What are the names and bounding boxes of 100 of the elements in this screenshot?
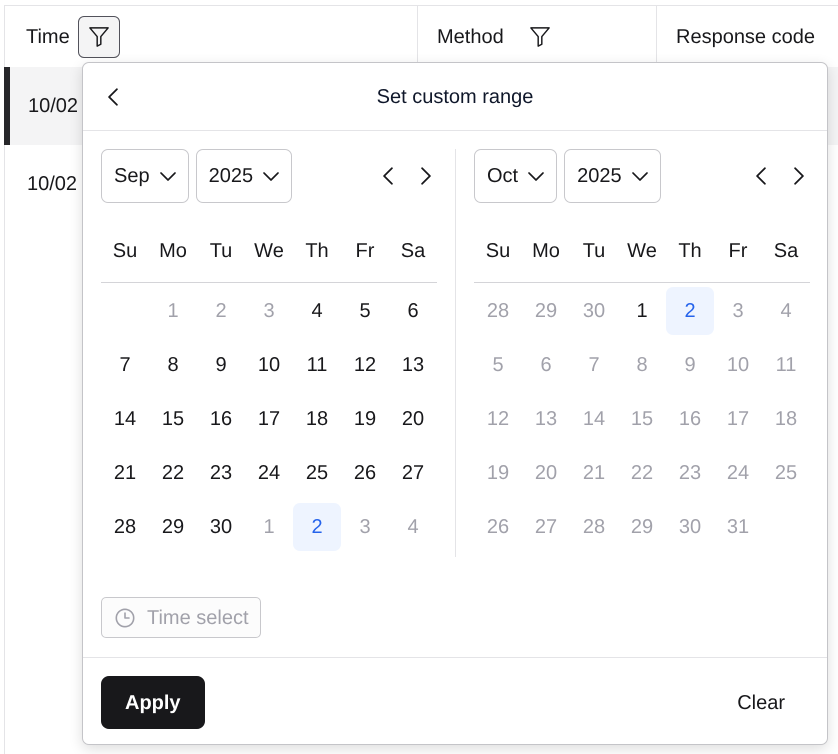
month-select[interactable]: Oct <box>474 149 558 203</box>
calendar-day[interactable]: 18 <box>762 395 810 443</box>
calendar-day[interactable]: 31 <box>714 503 762 551</box>
calendar-day[interactable]: 23 <box>197 449 245 497</box>
calendar-day[interactable]: 17 <box>245 395 293 443</box>
column-header: Time <box>26 24 70 50</box>
year-select[interactable]: 2025 <box>196 149 292 203</box>
calendar-day[interactable]: 12 <box>341 341 389 389</box>
calendar-day[interactable]: 6 <box>522 341 570 389</box>
calendar-day[interactable]: 10 <box>714 341 762 389</box>
calendar-day[interactable]: 21 <box>101 449 149 497</box>
calendar-day[interactable]: 19 <box>474 449 522 497</box>
calendar-day[interactable]: 4 <box>389 503 437 551</box>
calendar-day[interactable]: 20 <box>389 395 437 443</box>
weekday-label: Sa <box>400 239 426 264</box>
calendar-day[interactable]: 26 <box>474 503 522 551</box>
calendar-day[interactable]: 4 <box>762 287 810 335</box>
chevron-down-icon <box>160 172 176 180</box>
calendar-day[interactable]: 2 <box>293 503 341 551</box>
weekday-label: Fr <box>728 239 748 264</box>
weekday-label: We <box>253 239 285 264</box>
filter-button[interactable] <box>78 16 120 58</box>
calendar-day[interactable]: 1 <box>149 287 197 335</box>
weekday-label: Su <box>112 239 138 264</box>
calendar-day[interactable]: 17 <box>714 395 762 443</box>
calendar-day[interactable]: 29 <box>618 503 666 551</box>
apply-button[interactable]: Apply <box>101 676 205 729</box>
calendar-day[interactable]: 15 <box>618 395 666 443</box>
calendar-day[interactable]: 22 <box>149 449 197 497</box>
calendar-day[interactable]: 29 <box>149 503 197 551</box>
calendar-day[interactable]: 30 <box>570 287 618 335</box>
calendar-day[interactable]: 18 <box>293 395 341 443</box>
calendar-day[interactable]: 11 <box>762 341 810 389</box>
calendar-day[interactable]: 30 <box>666 503 714 551</box>
calendar-day[interactable]: 3 <box>714 287 762 335</box>
filter-icon[interactable] <box>530 26 550 48</box>
calendar-day[interactable]: 9 <box>197 341 245 389</box>
calendar-day[interactable]: 24 <box>714 449 762 497</box>
calendar-day[interactable]: 3 <box>245 287 293 335</box>
weekday-label: Tu <box>208 239 234 264</box>
calendar-day[interactable]: 16 <box>197 395 245 443</box>
calendar-day[interactable]: 15 <box>149 395 197 443</box>
chevron-left-icon[interactable] <box>108 88 118 106</box>
calendar-day[interactable]: 4 <box>293 287 341 335</box>
calendar-day[interactable]: 25 <box>762 449 810 497</box>
calendar-day[interactable]: 23 <box>666 449 714 497</box>
timestamp-text: 10/02 <box>27 172 78 197</box>
chevron-right-icon[interactable] <box>421 167 431 185</box>
calendar-day[interactable]: 6 <box>389 287 437 335</box>
calendar-day[interactable]: 14 <box>101 395 149 443</box>
year-select[interactable]: 2025 <box>564 149 661 203</box>
weekday-label: Tu <box>582 239 606 264</box>
calendar-day[interactable]: 5 <box>474 341 522 389</box>
timestamp-text: 10/02 <box>28 94 78 119</box>
calendar-day[interactable]: 30 <box>197 503 245 551</box>
weekday-label: We <box>626 239 658 264</box>
calendar-day[interactable]: 11 <box>293 341 341 389</box>
calendar-day[interactable]: 13 <box>389 341 437 389</box>
calendar-day[interactable]: 28 <box>570 503 618 551</box>
calendar-day[interactable]: 28 <box>474 287 522 335</box>
chevron-right-icon[interactable] <box>794 167 804 185</box>
chevron-left-icon[interactable] <box>756 167 766 185</box>
calendar-day[interactable]: 28 <box>101 503 149 551</box>
calendar-day[interactable]: 7 <box>101 341 149 389</box>
weekday-label: Su <box>484 239 512 264</box>
calendar-day[interactable]: 3 <box>341 503 389 551</box>
calendar-day[interactable]: 8 <box>149 341 197 389</box>
calendar-day[interactable]: 20 <box>522 449 570 497</box>
chevron-left-icon[interactable] <box>383 167 393 185</box>
calendar-day[interactable]: 29 <box>522 287 570 335</box>
calendar-day[interactable]: 27 <box>389 449 437 497</box>
calendar-day[interactable]: 26 <box>341 449 389 497</box>
month-select[interactable]: Sep <box>101 149 189 203</box>
calendar-day[interactable]: 1 <box>618 287 666 335</box>
calendar-day[interactable]: 9 <box>666 341 714 389</box>
calendar-day[interactable]: 14 <box>570 395 618 443</box>
calendar-day[interactable]: 13 <box>522 395 570 443</box>
filter-icon <box>88 26 109 48</box>
calendar-day[interactable]: 25 <box>293 449 341 497</box>
calendar-day[interactable]: 22 <box>618 449 666 497</box>
calendar-day[interactable]: 12 <box>474 395 522 443</box>
calendar-day[interactable]: 1 <box>245 503 293 551</box>
calendar-day[interactable]: 8 <box>618 341 666 389</box>
calendar-day[interactable]: 24 <box>245 449 293 497</box>
weekday-label: Th <box>304 239 330 264</box>
calendar-day[interactable]: 10 <box>245 341 293 389</box>
calendar-day[interactable]: 2 <box>197 287 245 335</box>
calendar-day[interactable]: 7 <box>570 341 618 389</box>
column-header: Method <box>437 24 504 50</box>
calendar-day[interactable]: 16 <box>666 395 714 443</box>
calendar-day[interactable]: 2 <box>666 287 714 335</box>
chevron-down-icon <box>263 172 280 180</box>
calendar-day[interactable]: 21 <box>570 449 618 497</box>
calendar-day[interactable]: 5 <box>341 287 389 335</box>
chevron-down-icon <box>528 172 544 180</box>
weekday-label: Th <box>677 239 703 264</box>
popover-title: Set custom range <box>376 84 534 110</box>
calendar-day[interactable]: 19 <box>341 395 389 443</box>
calendar-day[interactable]: 27 <box>522 503 570 551</box>
clear-button[interactable]: Clear <box>713 678 809 728</box>
